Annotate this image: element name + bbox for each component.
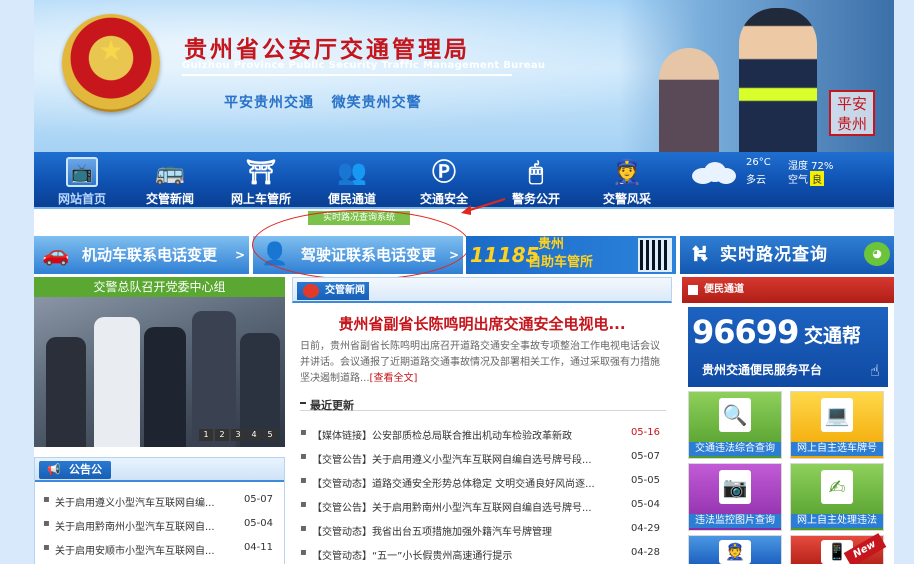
news-summary: 日前，贵州省副省长陈鸣明出席召开道路交通安全事故专项整治工作电视电话会议并讲话。…	[300, 341, 660, 384]
list-item[interactable]: ▪ 关于启用安顺市小型汽车互联网自... 04-11	[43, 542, 279, 558]
police-emblem-icon: ★	[62, 14, 160, 112]
service-tile[interactable]: 📱 New	[790, 533, 887, 564]
site-slogan: 平安贵州交通 微笑贵州交警	[224, 95, 422, 111]
news-headline[interactable]: 贵州省副省长陈鸣明出席交通安全电视电...	[292, 313, 672, 334]
weather-temp: 26°C	[746, 157, 771, 168]
realtime-traffic-button[interactable]: ⛕ 实时路况查询 ◕	[680, 236, 894, 274]
car-icon: 🚗	[42, 242, 70, 267]
notice-panel: 📢 公告公示 ▪ 关于启用遵义小型汽车互联网自编... 05-07 ▪ 关于启用黔…	[34, 457, 285, 564]
cloud-icon	[686, 160, 736, 184]
seal-stamp: 平安贵州	[829, 90, 875, 136]
site-title-en: Guizhou Province Public Security Traffic…	[182, 60, 546, 71]
violation-query-tile[interactable]: 🔍 交通违法综合查询	[688, 391, 782, 459]
annotation-ellipse	[252, 210, 470, 280]
wechat-icon: ◕	[864, 242, 890, 266]
laptop-icon: 💻	[821, 398, 853, 432]
table-row[interactable]: ▪ 【交管公告】关于启用黔南州小型汽车互联网自编自选号牌号... 05-04	[300, 499, 666, 515]
services-title: 便民通道	[704, 284, 744, 295]
annotation-arrow-icon	[461, 198, 506, 215]
camera-icon: 📷	[719, 470, 751, 504]
nav-item-home[interactable]: 📺 网站首页	[42, 152, 122, 209]
nav-item-online-dmv[interactable]: ⛩ 网上车管所	[221, 152, 301, 209]
table-row[interactable]: ▪ 【交管动态】道路交通安全形势总体稳定 文明交通良好风尚逐... 05-05	[300, 475, 666, 491]
hand-cursor-icon: ☝	[870, 361, 880, 380]
weather-condition: 多云	[746, 175, 766, 186]
nav-item-news[interactable]: 🚌 交管新闻	[130, 152, 210, 209]
nav-item-police-affairs[interactable]: 🖱 警务公开	[496, 152, 576, 209]
list-item[interactable]: ▪ 关于启用黔南州小型汽车互联网自... 05-04	[43, 518, 279, 534]
services-column: 便民通道 96699 交通帮 贵州交通便民服务平台 ☝ 🔍 交通违法综合查询 💻…	[682, 277, 894, 564]
vehicle-phone-change-button[interactable]: 🚗 机动车联系电话变更 >	[34, 236, 249, 274]
site-title: 贵州省公安厅交通管理局	[184, 36, 470, 63]
chevron-right-icon: >	[234, 248, 245, 262]
air-quality-badge: 良	[810, 171, 824, 186]
air-label: 空气	[788, 175, 808, 186]
police-officer-icon: 👮	[612, 158, 642, 186]
news-column: 交管新闻 贵州省副省长陈鸣明出席交通安全电视电... 日前，贵州省副省长陈鸣明出…	[292, 277, 672, 564]
recent-title: 最近更新	[310, 399, 354, 412]
nav-item-police-style[interactable]: 👮 交警风采	[587, 152, 667, 209]
photo-pager: 12345	[197, 426, 277, 441]
nav-item-convenience[interactable]: 👥 便民通道	[312, 152, 392, 209]
police-badge-icon	[303, 284, 319, 298]
notice-title: 公告公示	[69, 463, 102, 494]
bus-icon: 🚌	[155, 158, 185, 186]
photo-caption[interactable]: 交警总队召开党委中心组	[34, 277, 285, 297]
tv-icon: 📺	[66, 157, 98, 187]
handle-violation-tile[interactable]: ✍ 网上自主处理违法	[790, 463, 884, 531]
police-officer-icon: 👮	[719, 540, 751, 564]
page: ★ 贵州省公安厅交通管理局 Guizhou Province Public Se…	[34, 0, 894, 564]
qr-code-icon	[638, 238, 672, 272]
table-row[interactable]: ▪ 【交管动态】“五一”小长假贵州高速通行提示 04-28	[300, 547, 666, 563]
weather-widget: 26°C 多云 湿度 72% 空气良	[684, 152, 894, 209]
hotline-banner[interactable]: 96699 交通帮 贵州交通便民服务平台 ☝	[688, 307, 888, 387]
plate-select-tile[interactable]: 💻 网上自主选车牌号	[790, 391, 884, 459]
megaphone-icon: 📢	[47, 463, 61, 476]
news-photo[interactable]: 12345	[34, 297, 285, 447]
mouse-icon: 🖱	[528, 158, 544, 186]
square-bullet-icon	[688, 285, 698, 295]
people-icon: 👥	[337, 158, 367, 186]
table-row[interactable]: ▪ 【媒体链接】公安部质检总局联合推出机动车检验改革新政 05-16	[300, 427, 666, 443]
road-sign-icon: ⛕	[691, 242, 709, 267]
no-parking-icon: Ⓟ	[432, 158, 456, 186]
magnifier-doc-icon: 🔍	[719, 398, 751, 432]
news-section-title: 交管新闻	[325, 285, 365, 296]
read-more-link[interactable]: [查看全文]	[370, 373, 418, 384]
service-tile[interactable]: 👮	[688, 535, 782, 564]
pen-doc-icon: ✍	[821, 470, 853, 504]
weather-humidity: 湿度 72%	[788, 161, 834, 172]
self-service-dmv-button[interactable]: 11185 贵州 自助车管所	[466, 236, 676, 274]
toll-gate-icon: ⛩	[245, 158, 277, 186]
monitor-photo-tile[interactable]: 📷 违法监控图片查询	[688, 463, 782, 531]
table-row[interactable]: ▪ 【交管公告】关于启用遵义小型汽车互联网自编自选号牌号段... 05-07	[300, 451, 666, 467]
new-badge: New	[843, 533, 887, 564]
list-item[interactable]: ▪ 关于启用遵义小型汽车互联网自编... 05-07	[43, 494, 279, 510]
header-banner: ★ 贵州省公安厅交通管理局 Guizhou Province Public Se…	[34, 0, 894, 152]
table-row[interactable]: ▪ 【交管动态】我省出台五项措施加强外籍汽车号牌管理 04-29	[300, 523, 666, 539]
